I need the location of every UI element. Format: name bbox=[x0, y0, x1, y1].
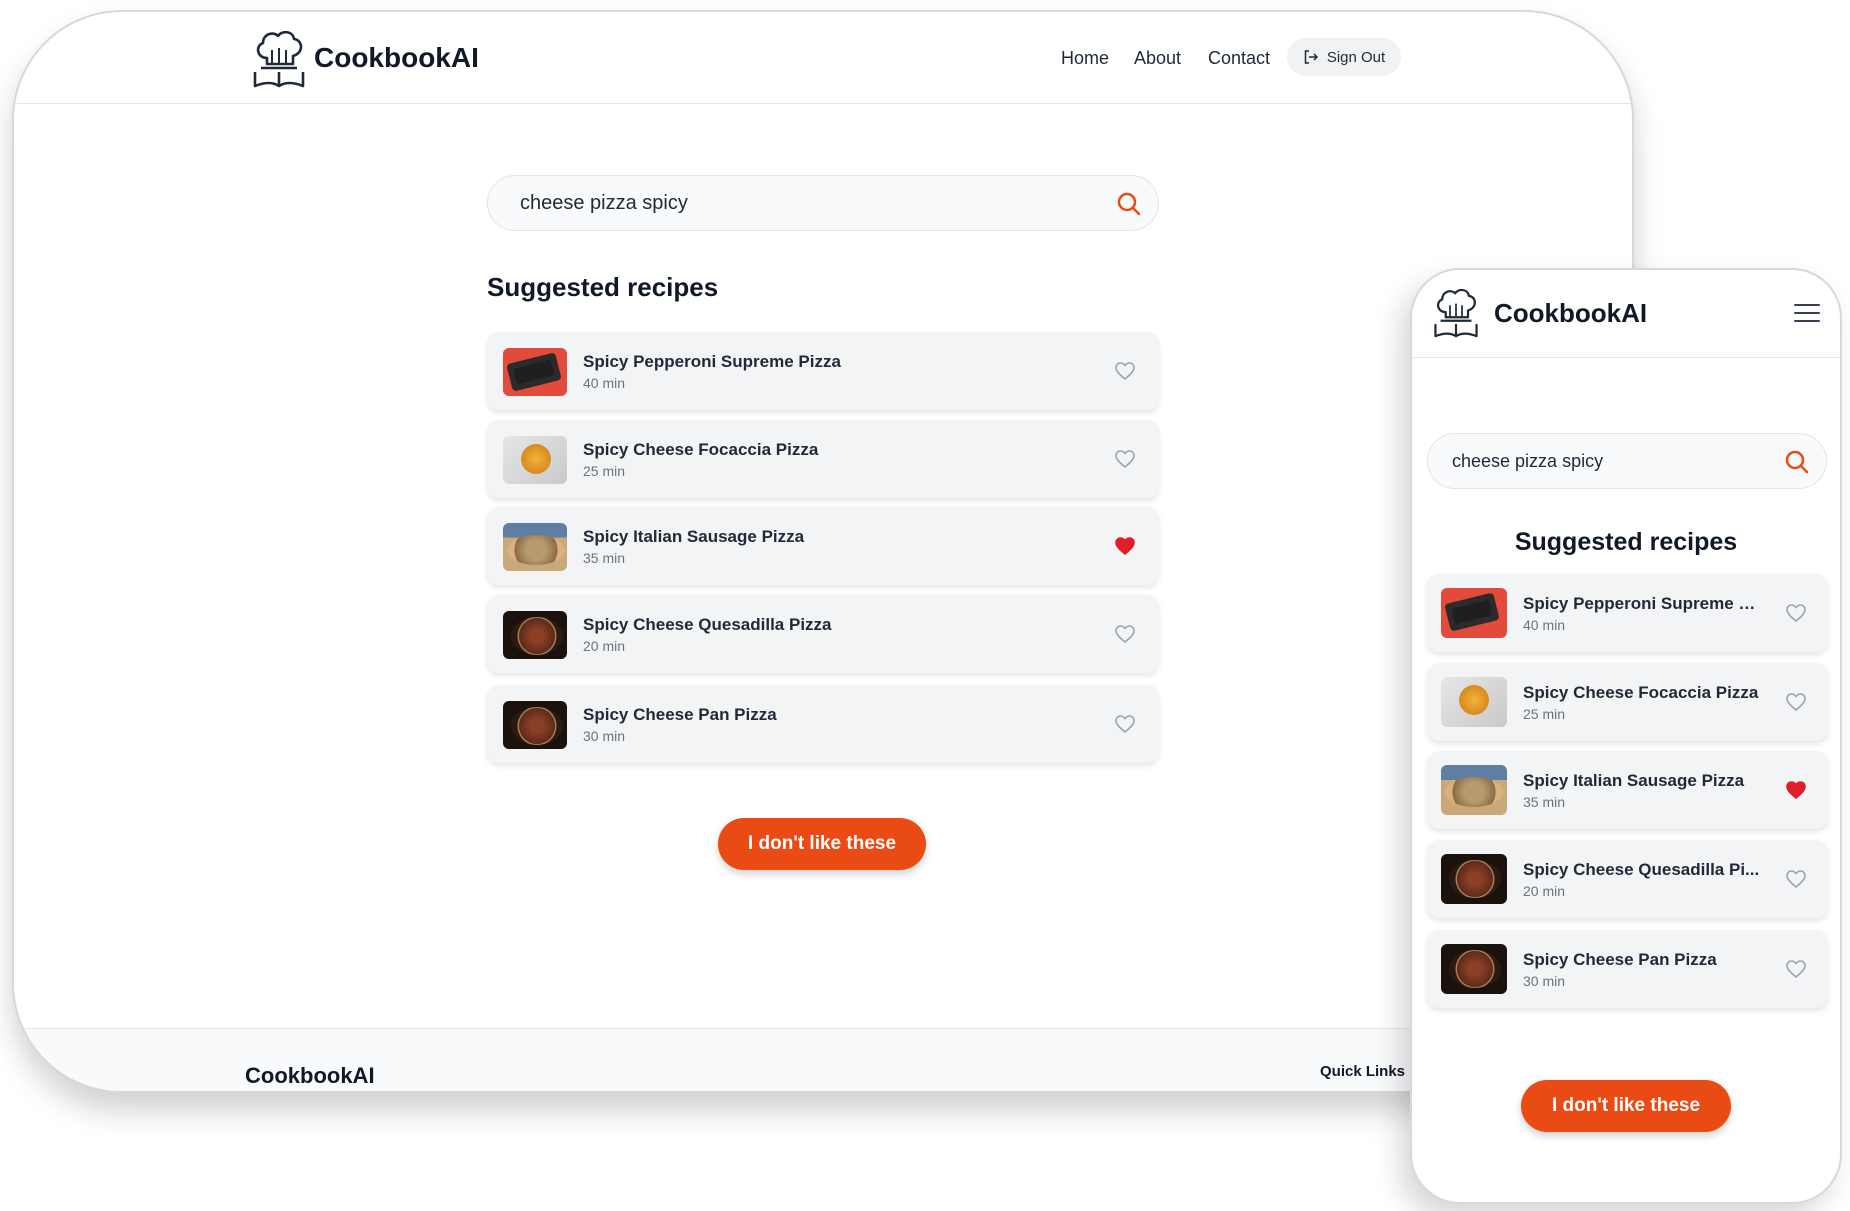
desktop-preview: CookbookAI Home About Contact Sign Out c… bbox=[12, 10, 1634, 1093]
recipe-thumbnail bbox=[503, 701, 567, 749]
search-icon[interactable] bbox=[1784, 449, 1810, 475]
recipe-card[interactable]: Spicy Cheese Quesadilla Pi... 20 min bbox=[1427, 840, 1828, 918]
recipe-thumbnail bbox=[1441, 944, 1507, 994]
search-input[interactable]: cheese pizza spicy bbox=[520, 192, 688, 215]
recipe-thumbnail bbox=[1441, 677, 1507, 727]
brand-name[interactable]: CookbookAI bbox=[314, 42, 479, 74]
sign-out-icon bbox=[1304, 50, 1318, 64]
heart-icon[interactable] bbox=[1115, 537, 1135, 560]
heart-icon[interactable] bbox=[1115, 715, 1135, 738]
recipe-card[interactable]: Spicy Cheese Pan Pizza 30 min bbox=[487, 685, 1159, 763]
recipe-title[interactable]: Spicy Italian Sausage Pizza bbox=[1523, 771, 1763, 791]
section-heading: Suggested recipes bbox=[1514, 528, 1738, 556]
recipe-thumbnail bbox=[503, 611, 567, 659]
desktop-header: CookbookAI Home About Contact Sign Out bbox=[14, 12, 1632, 104]
search-bar[interactable]: cheese pizza spicy bbox=[487, 175, 1159, 231]
brand-name[interactable]: CookbookAI bbox=[1494, 298, 1647, 329]
recipe-time: 25 min bbox=[583, 463, 626, 479]
nav-contact[interactable]: Contact bbox=[1208, 48, 1270, 69]
recipe-title[interactable]: Spicy Cheese Pan Pizza bbox=[583, 705, 777, 725]
heart-icon[interactable] bbox=[1786, 870, 1806, 893]
recipe-thumbnail bbox=[1441, 854, 1507, 904]
recipe-title[interactable]: Spicy Cheese Focaccia Pizza bbox=[583, 440, 818, 460]
recipe-thumbnail bbox=[503, 348, 567, 396]
recipe-time: 30 min bbox=[583, 728, 626, 744]
footer-quick-links-heading: Quick Links bbox=[1320, 1063, 1406, 1080]
recipe-card[interactable]: Spicy Cheese Quesadilla Pizza 20 min bbox=[487, 595, 1159, 673]
recipe-card[interactable]: Spicy Cheese Focaccia Pizza 25 min bbox=[1427, 663, 1828, 741]
recipe-thumbnail bbox=[1441, 765, 1507, 815]
recipe-time: 35 min bbox=[583, 550, 626, 566]
recipe-title[interactable]: Spicy Cheese Quesadilla Pizza bbox=[583, 615, 832, 635]
recipe-card[interactable]: Spicy Cheese Focaccia Pizza 25 min bbox=[487, 420, 1159, 498]
sign-out-label: Sign Out bbox=[1326, 48, 1386, 66]
recipe-card[interactable]: Spicy Pepperoni Supreme Pi... 40 min bbox=[1427, 574, 1828, 652]
recipe-card[interactable]: Spicy Italian Sausage Pizza 35 min bbox=[487, 507, 1159, 585]
recipe-title[interactable]: Spicy Italian Sausage Pizza bbox=[583, 527, 804, 547]
dislike-button[interactable]: I don't like these bbox=[1521, 1080, 1731, 1132]
recipe-title[interactable]: Spicy Cheese Pan Pizza bbox=[1523, 950, 1763, 970]
nav-home[interactable]: Home bbox=[1061, 48, 1109, 69]
recipe-time: 20 min bbox=[1523, 883, 1566, 899]
recipe-time: 25 min bbox=[1523, 706, 1566, 722]
recipe-title[interactable]: Spicy Cheese Quesadilla Pi... bbox=[1523, 860, 1763, 880]
recipe-card[interactable]: Spicy Italian Sausage Pizza 35 min bbox=[1427, 751, 1828, 829]
chef-hat-book-icon bbox=[253, 30, 305, 88]
mobile-header: CookbookAI bbox=[1412, 270, 1840, 358]
recipe-time: 20 min bbox=[583, 638, 626, 654]
recipe-time: 40 min bbox=[1523, 617, 1566, 633]
recipe-thumbnail bbox=[503, 523, 567, 571]
recipe-time: 40 min bbox=[583, 375, 626, 391]
heart-icon[interactable] bbox=[1115, 625, 1135, 648]
heart-icon[interactable] bbox=[1115, 450, 1135, 473]
footer: CookbookAI Quick Links bbox=[14, 1028, 1632, 1091]
recipe-title[interactable]: Spicy Cheese Focaccia Pizza bbox=[1523, 683, 1763, 703]
search-input[interactable]: cheese pizza spicy bbox=[1452, 451, 1603, 472]
recipe-thumbnail bbox=[503, 436, 567, 484]
mobile-preview: CookbookAI cheese pizza spicy Suggested … bbox=[1410, 268, 1842, 1204]
nav-about[interactable]: About bbox=[1134, 48, 1181, 69]
heart-icon[interactable] bbox=[1786, 960, 1806, 983]
recipe-card[interactable]: Spicy Cheese Pan Pizza 30 min bbox=[1427, 930, 1828, 1008]
heart-icon[interactable] bbox=[1786, 781, 1806, 804]
search-bar[interactable]: cheese pizza spicy bbox=[1427, 433, 1827, 489]
sign-out-button[interactable]: Sign Out bbox=[1287, 38, 1401, 76]
hamburger-menu-icon[interactable] bbox=[1794, 304, 1820, 322]
search-icon[interactable] bbox=[1116, 191, 1142, 217]
dislike-button[interactable]: I don't like these bbox=[718, 818, 926, 870]
chef-hat-book-icon bbox=[1434, 288, 1478, 338]
section-heading: Suggested recipes bbox=[487, 272, 719, 302]
footer-brand: CookbookAI bbox=[245, 1063, 375, 1088]
heart-icon[interactable] bbox=[1115, 362, 1135, 385]
recipe-time: 35 min bbox=[1523, 794, 1566, 810]
recipe-time: 30 min bbox=[1523, 973, 1566, 989]
heart-icon[interactable] bbox=[1786, 604, 1806, 627]
recipe-card[interactable]: Spicy Pepperoni Supreme Pizza 40 min bbox=[487, 332, 1159, 410]
heart-icon[interactable] bbox=[1786, 693, 1806, 716]
recipe-title[interactable]: Spicy Pepperoni Supreme Pizza bbox=[583, 352, 841, 372]
recipe-thumbnail bbox=[1441, 588, 1507, 638]
recipe-title[interactable]: Spicy Pepperoni Supreme Pi... bbox=[1523, 594, 1763, 614]
